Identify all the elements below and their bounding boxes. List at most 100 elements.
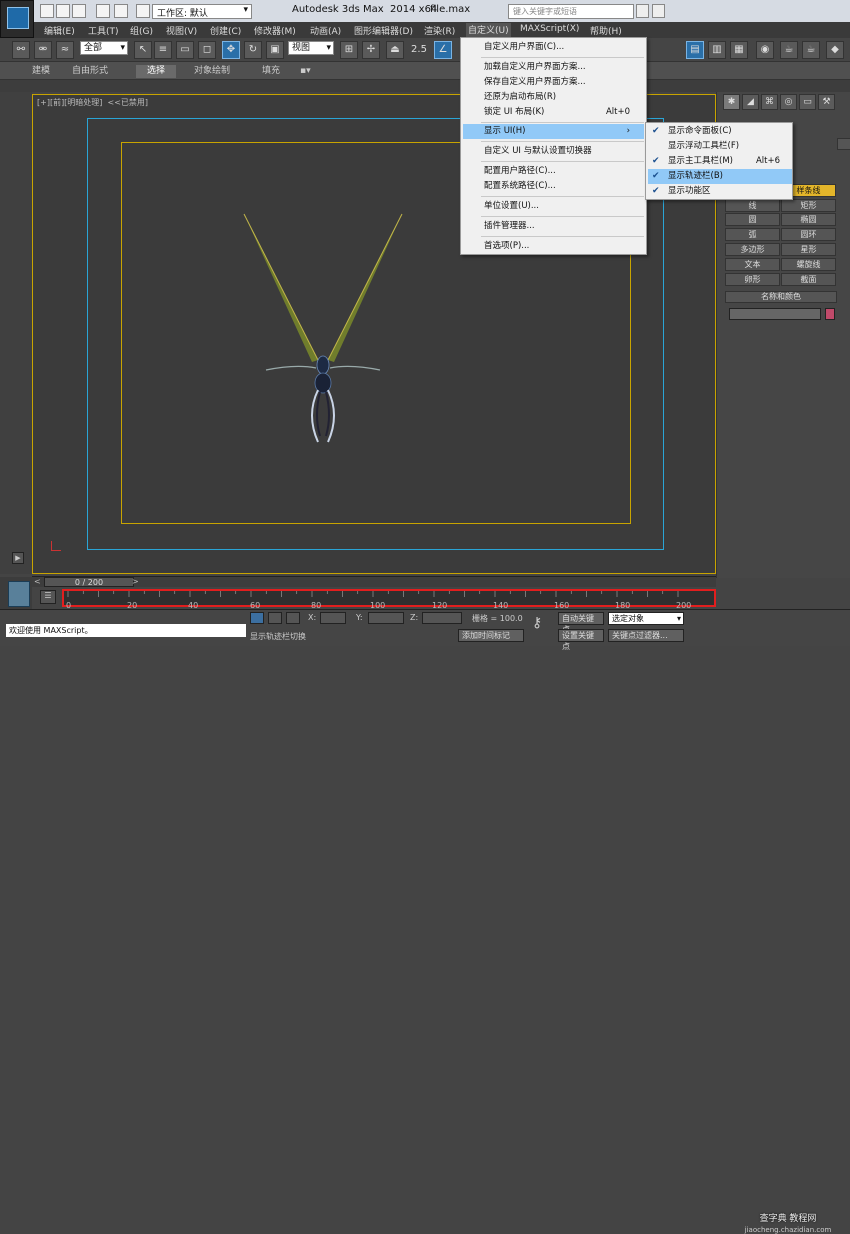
menu-item-lock-ui[interactable]: 锁定 UI 布局(K) Alt+0 — [463, 105, 644, 120]
menu-item-units-setup[interactable]: 单位设置(U)... — [463, 199, 644, 214]
submenu-item-ribbon[interactable]: ✔ 显示功能区 — [648, 184, 792, 199]
submenu-item-main-toolbar[interactable]: ✔ 显示主工具栏(M) Alt+6 — [648, 154, 792, 169]
new-file-icon[interactable] — [40, 4, 54, 18]
prev-frame-icon[interactable]: < — [34, 577, 41, 586]
tab-selection[interactable]: 选择 — [136, 65, 176, 78]
rectangle-button[interactable]: 矩形 — [781, 199, 836, 212]
select-rotate-icon[interactable]: ↻ — [244, 41, 262, 59]
motion-tab-icon[interactable]: ◎ — [780, 94, 797, 110]
object-type-dropdown[interactable] — [837, 138, 850, 150]
ellipse-button[interactable]: 椭圆 — [781, 213, 836, 226]
menu-item-user-paths[interactable]: 配置用户路径(C)... — [463, 164, 644, 179]
menu-item-ui-switcher[interactable]: 自定义 UI 与默认设置切换器 — [463, 144, 644, 159]
donut-button[interactable]: 圆环 — [781, 228, 836, 241]
material-editor-icon[interactable]: ▦ — [730, 41, 748, 59]
lock-selection-icon[interactable] — [250, 612, 264, 624]
select-object-icon[interactable]: ↖ — [134, 41, 152, 59]
app-logo-button[interactable] — [0, 0, 34, 38]
absolute-mode-icon[interactable] — [286, 612, 300, 624]
submenu-item-command-panel[interactable]: ✔ 显示命令面板(C) — [648, 124, 792, 139]
text-button[interactable]: 文本 — [725, 258, 780, 271]
x-coord-field[interactable] — [320, 612, 346, 624]
auto-key-button[interactable]: 自动关键点 — [558, 612, 604, 634]
helix-button[interactable]: 螺旋线 — [781, 258, 836, 271]
play-icon[interactable]: ▶ — [12, 552, 24, 564]
create-tab-icon[interactable]: ✱ — [723, 94, 740, 110]
redo-icon[interactable] — [114, 4, 128, 18]
binoculars-icon[interactable] — [636, 4, 649, 18]
window-crossing-icon[interactable]: ◻ — [198, 41, 216, 59]
tab-modeling[interactable]: 建模 — [28, 65, 54, 78]
search-input[interactable]: 键入关键字或短语 — [508, 4, 634, 19]
ngon-button[interactable]: 多边形 — [725, 243, 780, 256]
isolate-selection-icon[interactable] — [268, 612, 282, 624]
menu-group[interactable]: 组(G) — [130, 24, 153, 37]
bind-spacewarp-icon[interactable]: ≈ — [56, 41, 74, 59]
menu-item-save-ui-scheme[interactable]: 保存自定义用户界面方案... — [463, 75, 644, 90]
object-color-swatch[interactable] — [825, 308, 835, 320]
section-button[interactable]: 截面 — [781, 273, 836, 286]
menu-item-preferences[interactable]: 首选项(P)... — [463, 239, 644, 254]
project-folder-icon[interactable] — [136, 4, 150, 18]
menu-views[interactable]: 视图(V) — [166, 24, 197, 37]
menu-item-system-paths[interactable]: 配置系统路径(C)... — [463, 179, 644, 194]
menu-graph-editors[interactable]: 图形编辑器(D) — [354, 24, 413, 37]
insect-model[interactable] — [236, 210, 416, 450]
render-production-icon[interactable]: ☕ — [802, 41, 820, 59]
menu-item-plugin-manager[interactable]: 插件管理器... — [463, 219, 644, 234]
keyboard-shortcut-icon[interactable]: ⏏ — [386, 41, 404, 59]
graph-editor-icon[interactable]: ▤ — [686, 41, 704, 59]
menu-tools[interactable]: 工具(T) — [88, 24, 119, 37]
menu-edit[interactable]: 编辑(E) — [44, 24, 75, 37]
line-button[interactable]: 线 — [725, 199, 780, 212]
open-file-icon[interactable] — [56, 4, 70, 18]
layer-manager-icon[interactable] — [8, 581, 30, 607]
menu-help[interactable]: 帮助(H) — [590, 24, 622, 37]
time-slider-thumb[interactable]: 0 / 200 — [44, 577, 134, 587]
undo-icon[interactable] — [96, 4, 110, 18]
link-icon[interactable]: ⚯ — [12, 41, 30, 59]
save-file-icon[interactable] — [72, 4, 86, 18]
render-iterative-icon[interactable]: ◆ — [826, 41, 844, 59]
render-setup-icon[interactable]: ◉ — [756, 41, 774, 59]
menu-modifiers[interactable]: 修改器(M) — [254, 24, 296, 37]
next-frame-icon[interactable]: > — [132, 577, 139, 586]
submenu-item-track-bar[interactable]: ✔ 显示轨迹栏(B) — [648, 169, 792, 184]
viewport-label[interactable]: [+][前][明暗处理] <<已禁用] — [37, 97, 148, 108]
circle-button[interactable]: 圆 — [725, 213, 780, 226]
tools-icon[interactable] — [652, 4, 665, 18]
y-coord-field[interactable] — [368, 612, 404, 624]
selected-dropdown[interactable]: 选定对象 ▾ — [608, 612, 684, 625]
reference-coord-dropdown[interactable]: 视图 ▾ — [288, 41, 334, 55]
tab-object-paint[interactable]: 对象绘制 — [190, 65, 234, 78]
tab-freeform[interactable]: 自由形式 — [68, 65, 112, 78]
add-time-tag-button[interactable]: 添加时间标记 — [458, 629, 524, 642]
snap-value[interactable]: 2.5 — [410, 41, 428, 59]
modify-tab-icon[interactable]: ◢ — [742, 94, 759, 110]
menu-rendering[interactable]: 渲染(R) — [424, 24, 455, 37]
display-tab-icon[interactable]: ▭ — [799, 94, 816, 110]
maxscript-listener-line[interactable]: 欢迎使用 MAXScript。 — [6, 624, 246, 637]
menu-item-customize-ui[interactable]: 自定义用户界面(C)... — [463, 40, 644, 55]
pivot-center-icon[interactable]: ⊞ — [340, 41, 358, 59]
select-scale-icon[interactable]: ▣ — [266, 41, 284, 59]
menu-item-show-ui[interactable]: 显示 UI(H) › — [463, 124, 644, 139]
key-icon[interactable]: ⚷ — [532, 615, 550, 637]
menu-maxscript[interactable]: MAXScript(X) — [520, 24, 579, 34]
z-coord-field[interactable] — [422, 612, 462, 624]
rendered-frame-icon[interactable]: ☕ — [780, 41, 798, 59]
object-name-field[interactable] — [729, 308, 821, 320]
unlink-icon[interactable]: ⚮ — [34, 41, 52, 59]
menu-animation[interactable]: 动画(A) — [310, 24, 341, 37]
star-button[interactable]: 星形 — [781, 243, 836, 256]
select-manipulate-icon[interactable]: ✢ — [362, 41, 380, 59]
workspace-dropdown[interactable]: 工作区: 默认 ▾ — [152, 4, 252, 19]
menu-item-revert-layout[interactable]: 还原为启动布局(R) — [463, 90, 644, 105]
schematic-view-icon[interactable]: ▥ — [708, 41, 726, 59]
submenu-item-floating-toolbars[interactable]: 显示浮动工具栏(F) — [648, 139, 792, 154]
menu-item-load-ui-scheme[interactable]: 加载自定义用户界面方案... — [463, 60, 644, 75]
track-bar[interactable]: 0 20 40 60 80 100 120 140 160 180 200 — [62, 589, 716, 610]
menu-customize[interactable]: 自定义(U) — [466, 23, 511, 37]
name-color-rollout[interactable]: 名称和颜色 — [725, 291, 837, 303]
arc-button[interactable]: 弧 — [725, 228, 780, 241]
